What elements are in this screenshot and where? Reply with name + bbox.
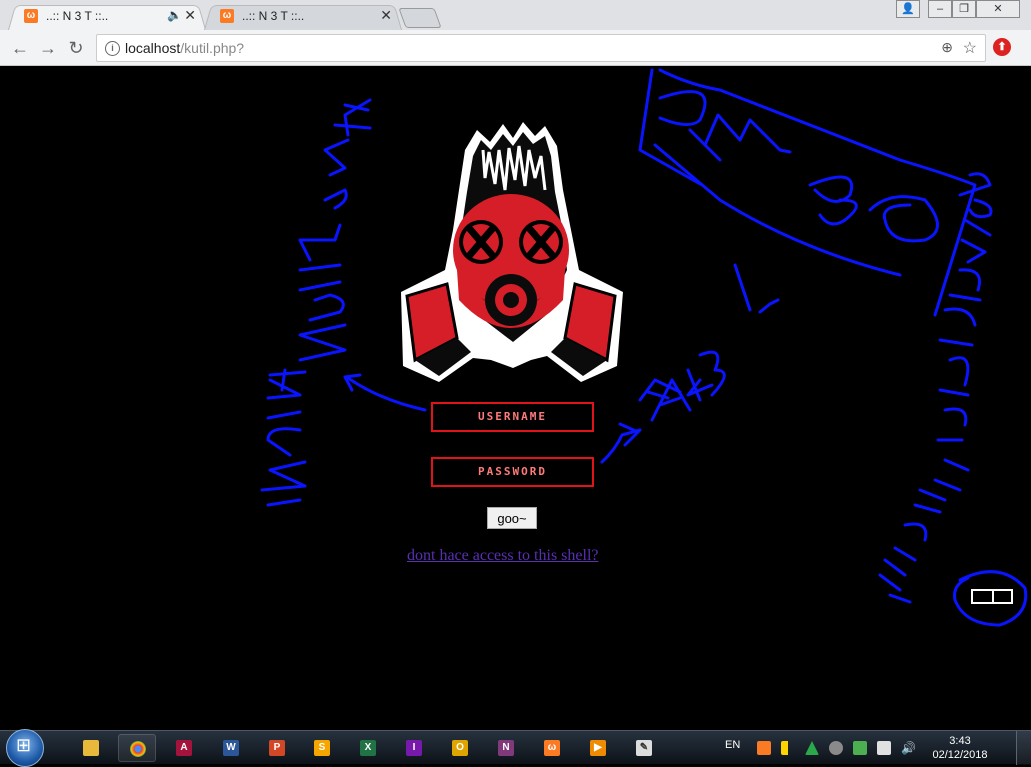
xampp-tray-icon[interactable] [757,741,771,755]
outlook-icon: O [452,740,468,756]
bookmark-star-icon[interactable]: ☆ [963,38,977,58]
taskbar-infopath[interactable]: I [395,734,433,762]
taskbar-powerpoint[interactable]: P [258,734,296,762]
tab-active[interactable]: ω ..:: N 3 T ::.. 🔈 ✕ [8,3,206,30]
submit-button[interactable]: goo~ [487,507,537,529]
clock-date: 02/12/2018 [932,749,988,761]
xampp-favicon-icon: ω [220,9,234,23]
taskbar-file-explorer[interactable] [72,734,110,762]
language-indicator[interactable]: EN [725,739,740,751]
taskbar-media-player[interactable]: ▶ [579,734,617,762]
infopath-icon: I [406,740,422,756]
excel-icon: X [360,740,376,756]
gas-mask-logo [401,122,623,382]
word-icon: W [223,740,239,756]
back-arrow-icon[interactable]: ← [8,36,32,60]
taskbar-xampp[interactable]: ω [533,734,571,762]
info-icon[interactable]: i [105,41,120,56]
xampp-favicon-icon: ω [24,9,38,23]
onenote-icon: N [498,740,514,756]
taskbar-access[interactable]: A [165,734,203,762]
taskbar-chrome[interactable] [118,734,156,762]
taskbar-excel[interactable]: X [349,734,387,762]
usb-icon[interactable] [853,741,867,755]
signal-icon[interactable] [781,741,795,755]
reload-icon[interactable]: ↻ [64,36,88,60]
hidden-pass-input[interactable] [971,589,1013,604]
minimize-button[interactable]: – [928,0,952,18]
close-tab-icon[interactable]: ✕ [380,7,392,24]
battery-icon[interactable] [877,741,891,755]
tab-strip: ω ..:: N 3 T ::.. 🔈 ✕ ω ..:: N 3 T ::.. … [0,0,1031,30]
forward-arrow-icon[interactable]: → [36,36,60,60]
network-icon[interactable] [805,741,819,755]
no-access-link[interactable]: dont hace access to this shell? [407,547,599,565]
clock-time: 3:43 [949,735,971,747]
tab-inactive[interactable]: ω ..:: N 3 T ::.. ✕ [204,3,402,30]
user-icon[interactable]: 👤 [896,0,920,18]
address-bar[interactable]: i localhost/kutil.php? ⊕ ☆ [96,34,986,62]
chrome-icon [130,741,146,757]
taskbar-notepad[interactable]: ✎ [625,734,663,762]
update-icon[interactable] [829,741,843,755]
restore-button[interactable]: ❐ [952,0,976,18]
taskbar: A W P S X I O N ω ▶ ✎ EN 🔊 3:43 02/12/20… [0,729,1031,767]
url-path: /kutil.php? [180,40,245,56]
scratch-icon: S [314,740,330,756]
close-tab-icon[interactable]: ✕ [184,7,196,24]
speaker-icon[interactable]: 🔈 [167,8,182,22]
password-input[interactable]: PASSWORD [431,457,594,487]
taskbar-onenote[interactable]: N [487,734,525,762]
zoom-icon[interactable]: ⊕ [941,39,953,56]
url-text: localhost/kutil.php? [125,40,244,56]
clock[interactable]: 3:43 02/12/2018 [930,734,990,762]
url-host: localhost [125,40,181,56]
new-tab-button[interactable] [398,8,442,28]
browser-toolbar: ← → ↻ i localhost/kutil.php? ⊕ ☆ ⬆ [0,30,1031,66]
taskbar-scratch[interactable]: S [303,734,341,762]
username-input[interactable]: USERNAME [431,402,594,432]
xampp-icon: ω [544,740,560,756]
taskbar-outlook[interactable]: O [441,734,479,762]
taskbar-word[interactable]: W [212,734,250,762]
volume-icon[interactable]: 🔊 [901,741,916,755]
extension-icon[interactable]: ⬆ [993,38,1011,56]
folder-icon [83,740,99,756]
media-player-icon: ▶ [590,740,606,756]
close-window-button[interactable]: ✕ [976,0,1020,18]
access-icon: A [176,740,192,756]
notepad-icon: ✎ [636,740,652,756]
show-desktop-button[interactable] [1016,731,1031,765]
start-button[interactable] [6,729,44,767]
powerpoint-icon: P [269,740,285,756]
tab-title: ..:: N 3 T ::.. [46,9,109,23]
tab-title: ..:: N 3 T ::.. [242,9,305,23]
